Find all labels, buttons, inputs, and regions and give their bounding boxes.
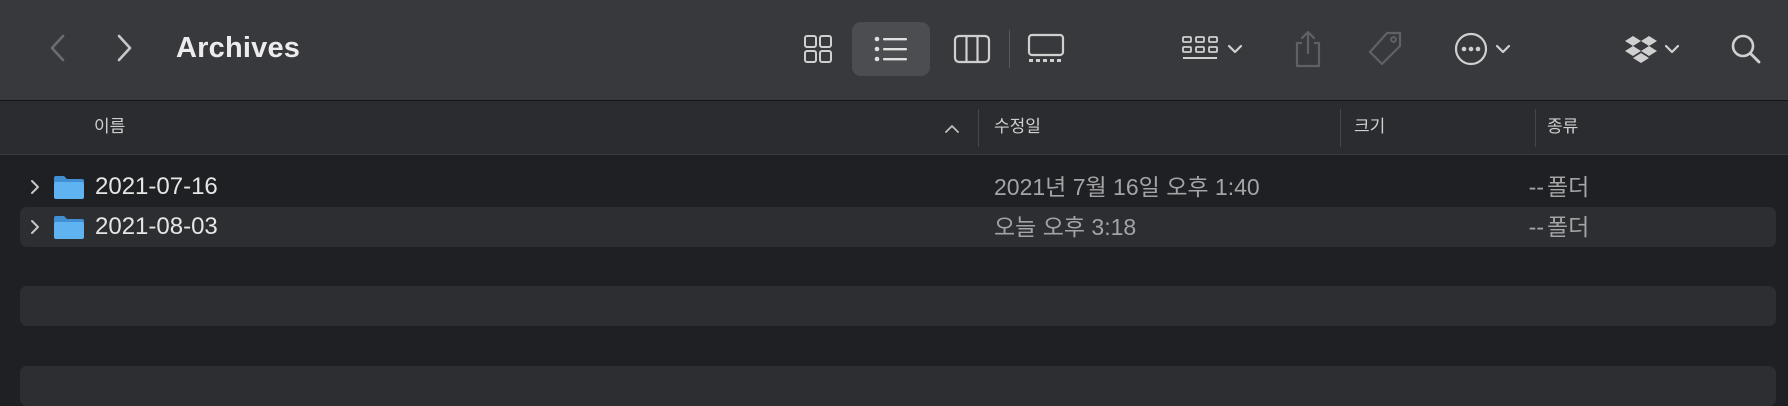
disclosure-triangle-icon[interactable]: [28, 217, 42, 237]
folder-icon: [54, 216, 84, 239]
file-name[interactable]: 2021-08-03: [95, 207, 218, 247]
column-separator[interactable]: [978, 109, 979, 147]
grid-icon: [804, 35, 832, 63]
gallery-icon: [1027, 33, 1065, 62]
group-by-button[interactable]: [1176, 22, 1248, 76]
chevron-left-icon: [50, 34, 65, 62]
search-icon: [1731, 34, 1761, 64]
icon-view-button[interactable]: [790, 22, 846, 76]
sort-ascending-icon[interactable]: [944, 123, 960, 135]
column-size-header[interactable]: 크기: [1354, 101, 1385, 154]
file-kind: 폴더: [1547, 174, 1590, 200]
file-name[interactable]: 2021-07-16: [95, 167, 218, 207]
column-header: 이름 수정일 크기 종류: [0, 101, 1788, 155]
column-name-header[interactable]: 이름: [94, 101, 125, 154]
column-view-button[interactable]: [946, 22, 998, 76]
chevron-down-icon: [1227, 44, 1243, 54]
file-date: 2021년 7월 16일 오후 1:40: [994, 174, 1260, 200]
column-date-header[interactable]: 수정일: [994, 101, 1041, 154]
file-size: --: [1528, 214, 1544, 240]
tag-icon: [1368, 31, 1402, 66]
dropbox-button[interactable]: [1620, 22, 1684, 76]
columns-icon: [953, 34, 991, 64]
column-kind-header[interactable]: 종류: [1547, 101, 1578, 154]
share-icon: [1295, 30, 1321, 68]
window-title: Archives: [176, 32, 301, 64]
group-by-icon: [1182, 36, 1218, 59]
disclosure-triangle-icon[interactable]: [28, 177, 42, 197]
file-row[interactable]: 2021-07-16 2021년 7월 16일 오후 1:40 -- 폴더: [20, 167, 1776, 207]
forward-button[interactable]: [102, 26, 146, 70]
chevron-down-icon: [1495, 44, 1511, 54]
dropbox-icon: [1625, 36, 1657, 63]
share-button[interactable]: [1286, 22, 1330, 76]
file-date: 오늘 오후 3:18: [994, 214, 1137, 240]
toolbar-divider: [1009, 30, 1010, 68]
file-row[interactable]: 2021-08-03 오늘 오후 3:18 -- 폴더: [20, 207, 1776, 247]
empty-row-stripe: [20, 286, 1776, 326]
column-separator[interactable]: [1535, 109, 1536, 147]
column-separator[interactable]: [1340, 109, 1341, 147]
folder-icon: [54, 176, 84, 199]
file-kind: 폴더: [1547, 214, 1590, 240]
toolbar: Archives: [0, 0, 1788, 101]
ellipsis-circle-icon: [1454, 32, 1488, 66]
list-view-button[interactable]: [852, 22, 930, 76]
file-size: --: [1528, 174, 1544, 200]
chevron-down-icon: [1664, 44, 1680, 54]
back-button[interactable]: [36, 26, 80, 70]
list-icon: [874, 36, 907, 62]
empty-row-stripe: [20, 366, 1776, 406]
chevron-right-icon: [117, 34, 132, 62]
action-menu-button[interactable]: [1444, 22, 1520, 76]
tag-button[interactable]: [1362, 22, 1408, 76]
gallery-view-button[interactable]: [1020, 22, 1072, 76]
search-button[interactable]: [1724, 22, 1768, 76]
